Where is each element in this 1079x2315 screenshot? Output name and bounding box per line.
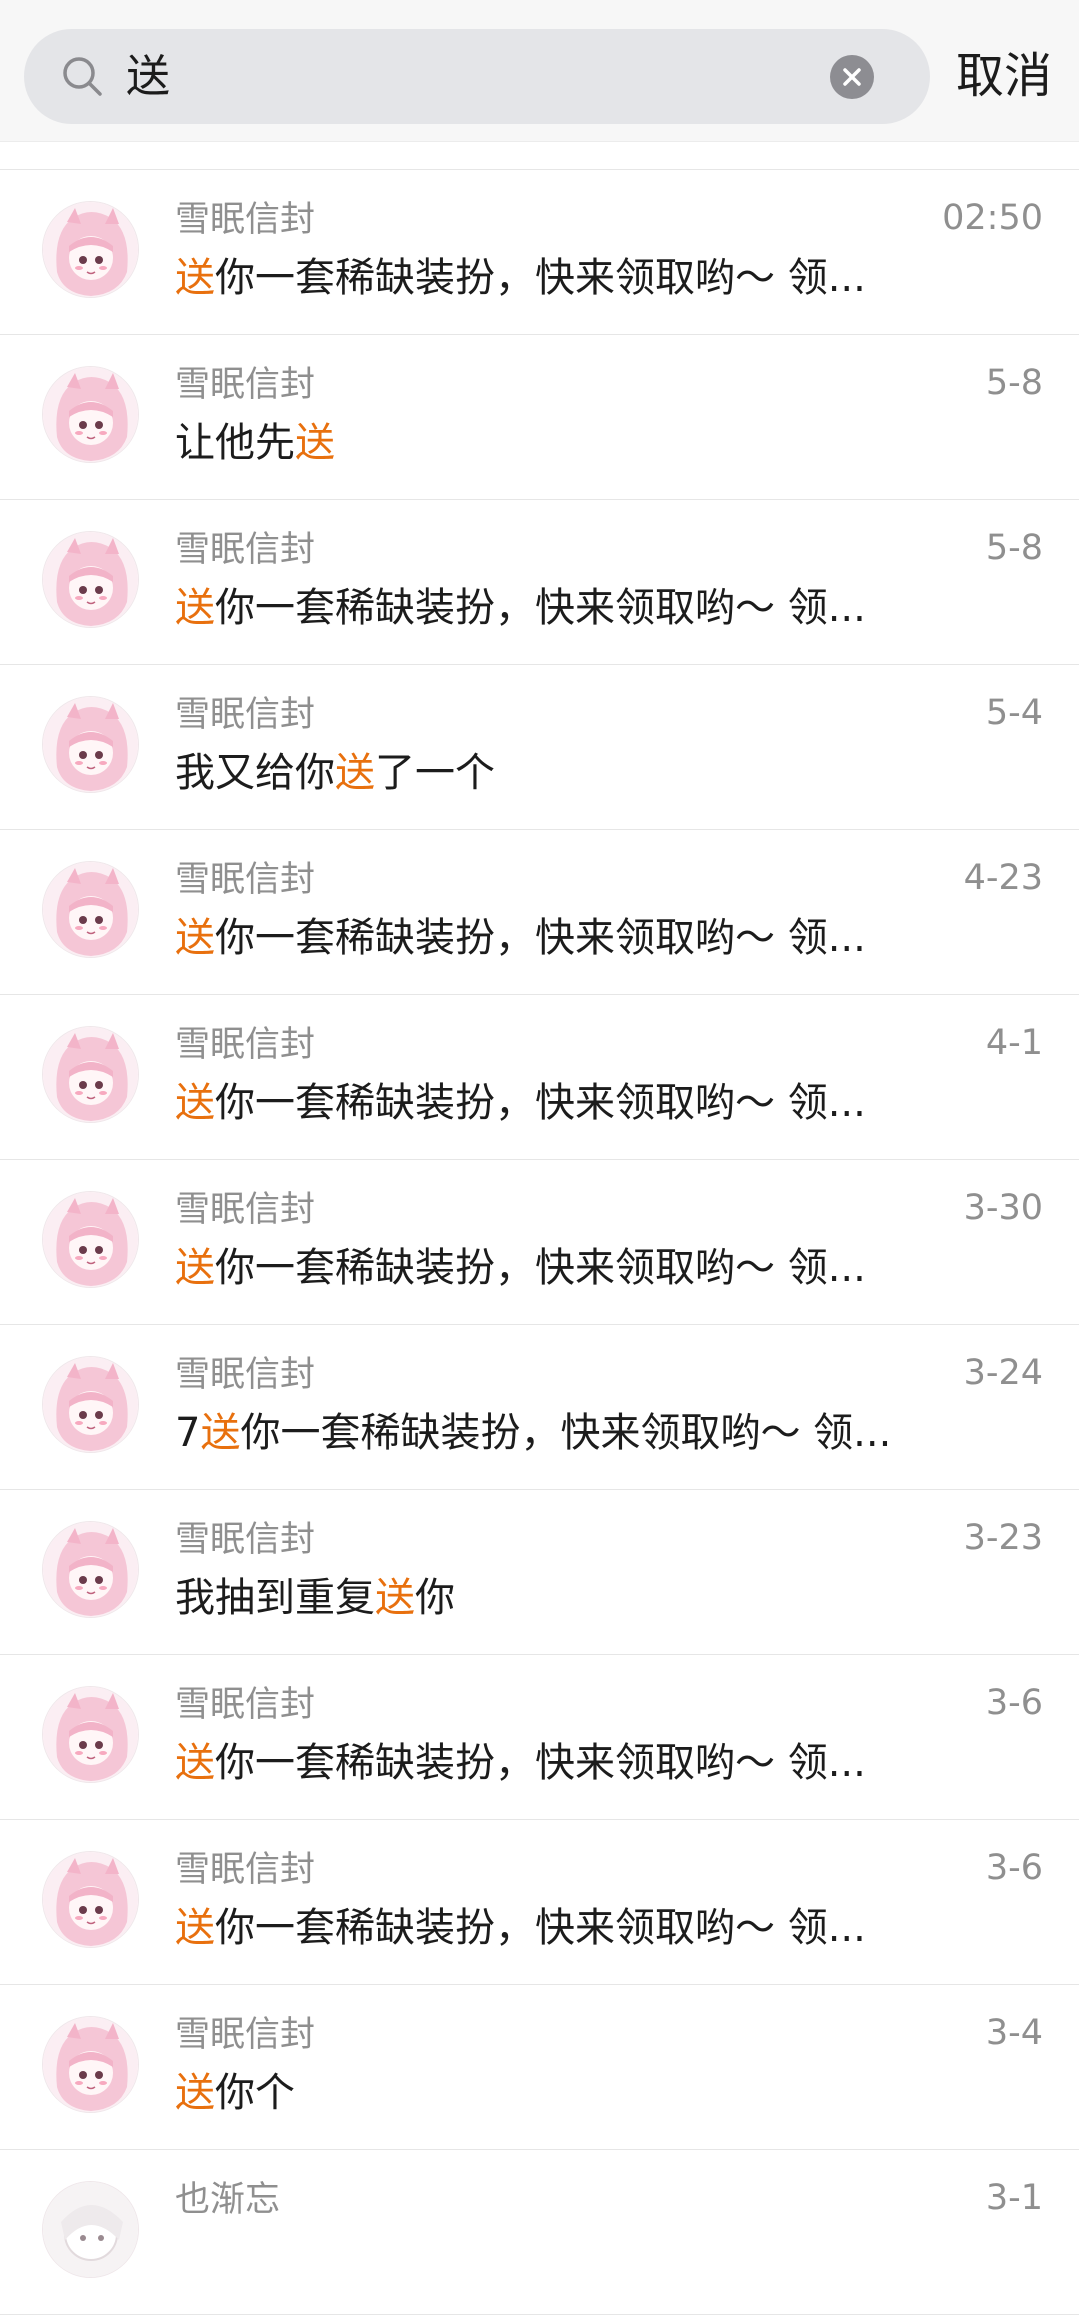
highlighted-match: 送: [175, 915, 215, 961]
message-time: 3-4: [985, 2013, 1043, 2053]
avatar-pink-character: [42, 366, 139, 463]
preview-text-before: 我抽到重复: [175, 1575, 375, 1621]
preview-text-after: 你一套稀缺装扮，快来领取哟～ 领...: [215, 1080, 866, 1126]
avatar-pink-character: [42, 1191, 139, 1288]
search-result-item-13[interactable]: 也渐忘 3-1: [0, 2150, 1079, 2315]
avatar-pink-character: [42, 1521, 139, 1618]
search-result-item-6[interactable]: 雪眠信封 送你一套稀缺装扮，快来领取哟～ 领... 4-1: [0, 995, 1079, 1160]
preview-text-before: 让他先: [175, 420, 295, 466]
message-preview: 送你一套稀缺装扮，快来领取哟～ 领...: [175, 912, 955, 964]
preview-text-after: 你一套稀缺装扮，快来领取哟～ 领...: [215, 585, 866, 631]
highlighted-match: 送: [335, 750, 375, 796]
message-preview: 送你一套稀缺装扮，快来领取哟～ 领...: [175, 1902, 955, 1954]
avatar-pink-character: [42, 2016, 139, 2113]
sender-name: 也渐忘: [175, 2180, 281, 2220]
sender-name: 雪眠信封: [175, 2015, 316, 2055]
search-result-item-9[interactable]: 雪眠信封 我抽到重复送你 3-23: [0, 1490, 1079, 1655]
preview-text-after: 你一套稀缺装扮，快来领取哟～ 领...: [215, 255, 866, 301]
preview-text-after: 了一个: [375, 750, 495, 796]
sender-name: 雪眠信封: [175, 200, 316, 240]
highlighted-match: 送: [175, 585, 215, 631]
preview-text-after: 你个: [215, 2070, 295, 2116]
clear-icon[interactable]: [830, 55, 874, 99]
avatar-pink-character: [42, 1686, 139, 1783]
preview-text-after: 你一套稀缺装扮，快来领取哟～ 领...: [215, 1905, 866, 1951]
highlighted-match: 送: [375, 1575, 415, 1621]
message-preview: 送你个: [175, 2067, 955, 2119]
message-preview: 送你一套稀缺装扮，快来领取哟～ 领...: [175, 582, 955, 634]
search-result-item-8[interactable]: 雪眠信封 7送你一套稀缺装扮，快来领取哟～ 领... 3-24: [0, 1325, 1079, 1490]
message-time: 5-8: [985, 528, 1043, 568]
message-time: 4-1: [985, 1023, 1043, 1063]
message-preview: 送你一套稀缺装扮，快来领取哟～ 领...: [175, 252, 955, 304]
avatar-pink-character: [42, 1026, 139, 1123]
preview-text-after: 你一套稀缺装扮，快来领取哟～ 领...: [240, 1410, 892, 1456]
search-results-list: 雪眠信封 送你一套稀缺装扮，快来领取哟～ 领... 02:50 雪眠信封 让他先…: [0, 170, 1079, 2315]
sender-name: 雪眠信封: [175, 1520, 316, 1560]
highlighted-match: 送: [175, 255, 215, 301]
search-result-item-2[interactable]: 雪眠信封 让他先送 5-8: [0, 335, 1079, 500]
cancel-button[interactable]: 取消: [950, 29, 1079, 124]
search-result-item-10[interactable]: 雪眠信封 送你一套稀缺装扮，快来领取哟～ 领... 3-6: [0, 1655, 1079, 1820]
highlighted-match: 送: [295, 420, 335, 466]
avatar-white-character: [42, 2181, 139, 2278]
search-result-item-12[interactable]: 雪眠信封 送你个 3-4: [0, 1985, 1079, 2150]
highlighted-match: 送: [175, 1905, 215, 1951]
highlighted-match: 送: [175, 1740, 215, 1786]
avatar-pink-character: [42, 1356, 139, 1453]
sender-name: 雪眠信封: [175, 365, 316, 405]
message-preview: 让他先送: [175, 417, 955, 469]
avatar-pink-character: [42, 201, 139, 298]
sender-name: 雪眠信封: [175, 1025, 316, 1065]
message-preview: 送你一套稀缺装扮，快来领取哟～ 领...: [175, 1242, 955, 1294]
sender-name: 雪眠信封: [175, 1190, 316, 1230]
message-time: 3-23: [963, 1518, 1043, 1558]
message-time: 02:50: [942, 198, 1043, 238]
search-bar: 送 取消: [0, 0, 1079, 142]
preview-text-before: 7: [175, 1410, 201, 1456]
sender-name: 雪眠信封: [175, 695, 316, 735]
search-result-item-11[interactable]: 雪眠信封 送你一套稀缺装扮，快来领取哟～ 领... 3-6: [0, 1820, 1079, 1985]
search-result-item-3[interactable]: 雪眠信封 送你一套稀缺装扮，快来领取哟～ 领... 5-8: [0, 500, 1079, 665]
search-result-item-7[interactable]: 雪眠信封 送你一套稀缺装扮，快来领取哟～ 领... 3-30: [0, 1160, 1079, 1325]
preview-text-before: 我又给你: [175, 750, 335, 796]
search-result-item-5[interactable]: 雪眠信封 送你一套稀缺装扮，快来领取哟～ 领... 4-23: [0, 830, 1079, 995]
message-preview: 我抽到重复送你: [175, 1572, 955, 1624]
message-time: 3-6: [985, 1848, 1043, 1888]
avatar-pink-character: [42, 696, 139, 793]
search-box[interactable]: 送: [24, 29, 930, 124]
avatar-pink-character: [42, 1851, 139, 1948]
message-preview: 7送你一套稀缺装扮，快来领取哟～ 领...: [175, 1407, 955, 1459]
sender-name: 雪眠信封: [175, 1355, 316, 1395]
highlighted-match: 送: [175, 1245, 215, 1291]
highlighted-match: 送: [200, 1410, 241, 1456]
sender-name: 雪眠信封: [175, 860, 316, 900]
message-preview: 我又给你送了一个: [175, 747, 955, 799]
message-time: 5-8: [985, 363, 1043, 403]
message-time: 3-6: [985, 1683, 1043, 1723]
message-time: 3-24: [963, 1353, 1043, 1393]
message-time: 4-23: [963, 858, 1043, 898]
preview-text-after: 你: [415, 1575, 455, 1621]
message-time: 5-4: [985, 693, 1043, 733]
message-preview: 送你一套稀缺装扮，快来领取哟～ 领...: [175, 1077, 955, 1129]
message-time: 3-30: [963, 1188, 1043, 1228]
preview-text-after: 你一套稀缺装扮，快来领取哟～ 领...: [215, 1245, 866, 1291]
sender-name: 雪眠信封: [175, 530, 316, 570]
avatar-pink-character: [42, 861, 139, 958]
message-time: 3-1: [985, 2178, 1043, 2218]
preview-text-after: 你一套稀缺装扮，快来领取哟～ 领...: [215, 1740, 866, 1786]
preview-text-after: 你一套稀缺装扮，快来领取哟～ 领...: [215, 915, 866, 961]
message-preview: 送你一套稀缺装扮，快来领取哟～ 领...: [175, 1737, 955, 1789]
search-result-item-4[interactable]: 雪眠信封 我又给你送了一个 5-4: [0, 665, 1079, 830]
sender-name: 雪眠信封: [175, 1685, 316, 1725]
search-input[interactable]: 送: [126, 29, 170, 124]
search-icon: [63, 57, 102, 96]
avatar-pink-character: [42, 531, 139, 628]
search-result-item-1[interactable]: 雪眠信封 送你一套稀缺装扮，快来领取哟～ 领... 02:50: [0, 170, 1079, 335]
highlighted-match: 送: [175, 2070, 215, 2116]
highlighted-match: 送: [175, 1080, 215, 1126]
sender-name: 雪眠信封: [175, 1850, 316, 1890]
